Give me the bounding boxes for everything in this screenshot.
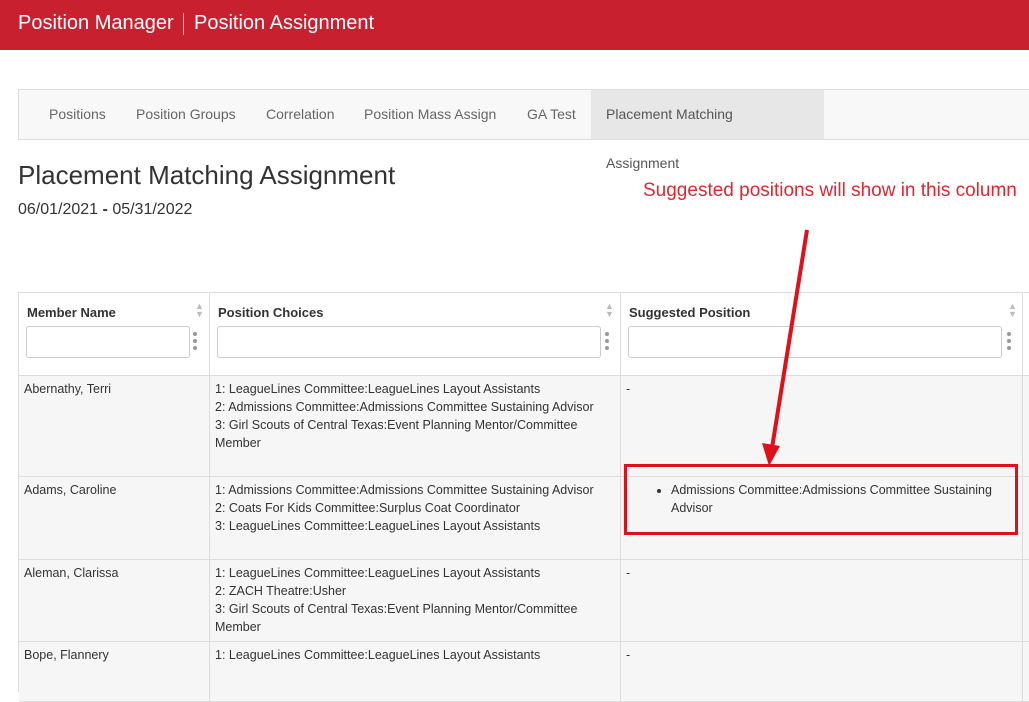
annotation-arrow: [762, 229, 809, 466]
arrow-shaft: [770, 229, 809, 449]
arrow-head: [762, 443, 780, 466]
